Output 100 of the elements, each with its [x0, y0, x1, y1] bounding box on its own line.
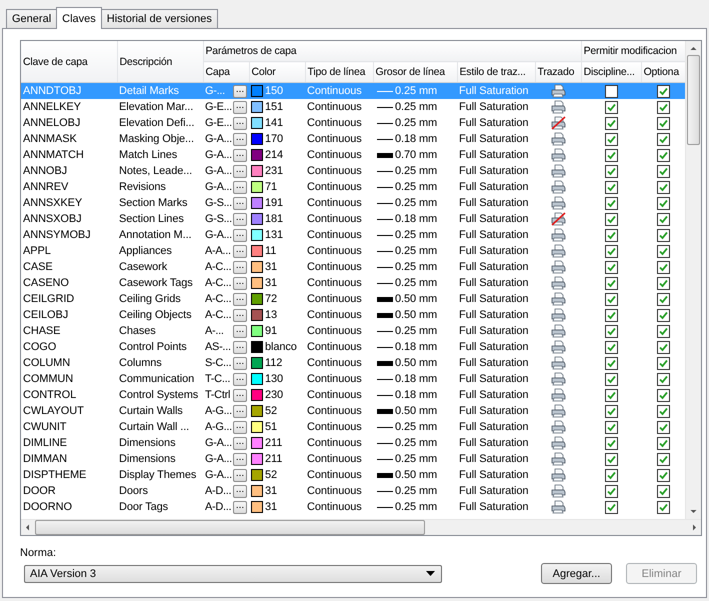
- dialog-button[interactable]: Agregar...: [541, 563, 612, 584]
- printer-icon[interactable]: [550, 500, 566, 514]
- printer-icon[interactable]: [550, 388, 566, 402]
- printer-icon[interactable]: [550, 308, 566, 322]
- browse-button[interactable]: ...: [233, 116, 247, 130]
- browse-button[interactable]: ...: [233, 388, 247, 402]
- column-header[interactable]: Optiona: [641, 62, 685, 82]
- checkbox[interactable]: [604, 404, 618, 418]
- checkbox[interactable]: [604, 132, 618, 146]
- checkbox[interactable]: [656, 116, 670, 130]
- standard-dropdown[interactable]: AIA Version 3: [24, 564, 442, 582]
- checkbox[interactable]: [604, 212, 618, 226]
- browse-button[interactable]: ...: [233, 84, 247, 98]
- table-row[interactable]: ANNELKEY Elevation Mar... G-E... ... 151 Continuous 0.25 mm Full Saturation: [21, 99, 685, 115]
- printer-icon[interactable]: [550, 100, 566, 114]
- checkbox[interactable]: [604, 228, 618, 242]
- table-row[interactable]: CONTROL Control Systems T-Ctrl ... 230 Continuous 0.18 mm Full Saturation: [21, 387, 685, 403]
- checkbox[interactable]: [656, 484, 670, 498]
- browse-button[interactable]: ...: [233, 164, 247, 178]
- checkbox[interactable]: [656, 500, 670, 514]
- table-row[interactable]: CWUNIT Curtain Wall ... A-G... ... 51 Continuous 0.25 mm Full Saturation: [21, 419, 685, 435]
- checkbox[interactable]: [656, 340, 670, 354]
- column-header[interactable]: Clave de capa: [21, 41, 117, 82]
- browse-button[interactable]: ...: [233, 100, 247, 114]
- printer-icon[interactable]: [550, 164, 566, 178]
- checkbox[interactable]: [656, 388, 670, 402]
- checkbox[interactable]: [604, 260, 618, 274]
- checkbox[interactable]: [656, 196, 670, 210]
- checkbox[interactable]: [656, 260, 670, 274]
- checkbox[interactable]: [604, 372, 618, 386]
- checkbox[interactable]: [656, 356, 670, 370]
- checkbox[interactable]: [656, 100, 670, 114]
- checkbox[interactable]: [604, 276, 618, 290]
- checkbox[interactable]: [604, 324, 618, 338]
- column-header[interactable]: Grosor de línea: [373, 62, 457, 82]
- table-row[interactable]: DISPTHEME Display Themes G-A... ... 52 Continuous 0.50 mm Full Saturation: [21, 467, 685, 483]
- checkbox[interactable]: [656, 164, 670, 178]
- checkbox[interactable]: [604, 180, 618, 194]
- horizontal-scrollbar[interactable]: [21, 519, 701, 535]
- checkbox[interactable]: [656, 180, 670, 194]
- browse-button[interactable]: ...: [233, 308, 247, 322]
- scroll-thumb[interactable]: [35, 520, 425, 535]
- checkbox[interactable]: [656, 308, 670, 322]
- checkbox[interactable]: [656, 404, 670, 418]
- checkbox[interactable]: [604, 436, 618, 450]
- browse-button[interactable]: ...: [233, 196, 247, 210]
- printer-icon[interactable]: [550, 196, 566, 210]
- checkbox[interactable]: [656, 84, 670, 98]
- browse-button[interactable]: ...: [233, 356, 247, 370]
- browse-button[interactable]: ...: [233, 260, 247, 274]
- checkbox[interactable]: [604, 84, 618, 98]
- table-row[interactable]: ANNDTOBJ Detail Marks G-... ... 150 Continuous 0.25 mm Full Saturation: [21, 82, 685, 99]
- browse-button[interactable]: ...: [233, 420, 247, 434]
- checkbox[interactable]: [604, 116, 618, 130]
- table-row[interactable]: CEILGRID Ceiling Grids A-C... ... 72 Continuous 0.50 mm Full Saturation: [21, 291, 685, 307]
- checkbox[interactable]: [604, 164, 618, 178]
- checkbox[interactable]: [656, 212, 670, 226]
- checkbox[interactable]: [656, 436, 670, 450]
- table-row[interactable]: ANNSYMOBJ Annotation M... G-A... ... 131 Continuous 0.25 mm Full Saturation: [21, 227, 685, 243]
- browse-button[interactable]: ...: [233, 132, 247, 146]
- checkbox[interactable]: [604, 452, 618, 466]
- printer-icon[interactable]: [550, 228, 566, 242]
- printer-icon[interactable]: [550, 420, 566, 434]
- checkbox[interactable]: [656, 324, 670, 338]
- printer-icon[interactable]: [550, 244, 566, 258]
- column-header[interactable]: Color: [249, 62, 305, 82]
- printer-icon[interactable]: [550, 180, 566, 194]
- tab[interactable]: Claves: [56, 7, 102, 29]
- checkbox[interactable]: [604, 148, 618, 162]
- browse-button[interactable]: ...: [233, 276, 247, 290]
- printer-icon[interactable]: [550, 276, 566, 290]
- printer-icon[interactable]: [550, 452, 566, 466]
- table-row[interactable]: ANNSXOBJ Section Lines G-S... ... 181 Continuous 0.18 mm Full Saturation: [21, 211, 685, 227]
- table-row[interactable]: ANNELOBJ Elevation Defi... G-E... ... 141 Continuous 0.25 mm Full Saturation: [21, 115, 685, 131]
- browse-button[interactable]: ...: [233, 228, 247, 242]
- checkbox[interactable]: [656, 420, 670, 434]
- printer-icon[interactable]: [550, 324, 566, 338]
- printer-icon[interactable]: [550, 132, 566, 146]
- table-row[interactable]: DIMLINE Dimensions G-A... ... 211 Continuous 0.25 mm Full Saturation: [21, 435, 685, 451]
- browse-button[interactable]: ...: [233, 500, 247, 514]
- checkbox[interactable]: [656, 244, 670, 258]
- checkbox[interactable]: [656, 468, 670, 482]
- vertical-scrollbar[interactable]: [685, 41, 701, 519]
- browse-button[interactable]: ...: [233, 148, 247, 162]
- printer-icon[interactable]: [550, 260, 566, 274]
- column-header[interactable]: Trazado: [535, 62, 582, 82]
- table-row[interactable]: CASENO Casework Tags A-C... ... 31 Continuous 0.25 mm Full Saturation: [21, 275, 685, 291]
- browse-button[interactable]: ...: [233, 244, 247, 258]
- printer-icon[interactable]: [550, 468, 566, 482]
- column-header[interactable]: Descripción: [117, 41, 203, 82]
- table-row[interactable]: ANNREV Revisions G-A... ... 71 Continuous 0.25 mm Full Saturation: [21, 179, 685, 195]
- column-header[interactable]: Estilo de traz...: [457, 62, 535, 82]
- browse-button[interactable]: ...: [233, 292, 247, 306]
- checkbox[interactable]: [604, 308, 618, 322]
- table-row[interactable]: ANNMASK Masking Obje... G-A... ... 170 Continuous 0.18 mm Full Saturation: [21, 131, 685, 147]
- tab[interactable]: Historial de versiones: [100, 9, 218, 28]
- checkbox[interactable]: [604, 292, 618, 306]
- browse-button[interactable]: ...: [233, 468, 247, 482]
- column-header[interactable]: Capa: [203, 62, 249, 82]
- checkbox[interactable]: [656, 276, 670, 290]
